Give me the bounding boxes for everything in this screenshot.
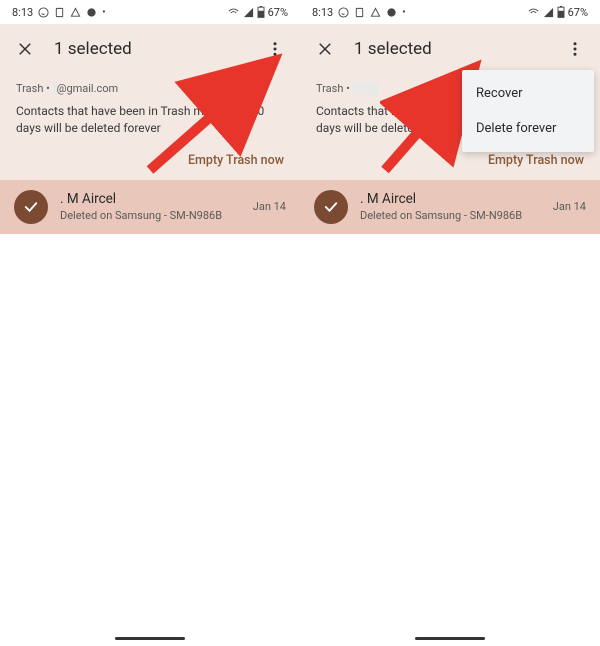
check-icon xyxy=(22,198,40,216)
signal-icon xyxy=(543,7,554,18)
status-time: 8:13 xyxy=(12,6,33,19)
overflow-popup-menu: Recover Delete forever xyxy=(462,70,594,152)
android-nav-pill[interactable] xyxy=(115,637,185,640)
contact-date: Jan 14 xyxy=(553,200,586,213)
selection-app-bar: 1 selected Recover Delete forever xyxy=(300,24,600,74)
selection-app-bar: 1 selected xyxy=(0,24,300,74)
contact-row-selected[interactable]: . M Aircel Deleted on Samsung - SM-N986B… xyxy=(300,180,600,234)
screenshot-right: 8:13 • 67% 1 selected Recover Delete for… xyxy=(300,0,600,646)
battery-pct: 67% xyxy=(268,6,288,19)
trash-info-block: Trash • @gmail.com Contacts that have be… xyxy=(0,74,300,147)
contact-row-selected[interactable]: . M Aircel Deleted on Samsung - SM-N986B… xyxy=(0,180,300,234)
status-time: 8:13 xyxy=(312,6,333,19)
battery-pct: 67% xyxy=(568,6,588,19)
breadcrumb: Trash • @gmail.com xyxy=(16,82,284,95)
note-icon xyxy=(54,7,65,18)
status-bar: 8:13 • 67% xyxy=(0,0,300,24)
empty-trash-button[interactable]: Empty Trash now xyxy=(0,147,300,180)
battery-icon xyxy=(257,6,265,18)
close-selection-button[interactable] xyxy=(8,32,42,66)
breadcrumb-sep: • xyxy=(43,82,52,95)
messenger-icon xyxy=(86,7,97,18)
menu-item-delete-forever[interactable]: Delete forever xyxy=(462,111,594,146)
dot-icon: • xyxy=(402,7,405,18)
status-bar: 8:13 • 67% xyxy=(300,0,600,24)
contact-info: . M Aircel Deleted on Samsung - SM-N986B xyxy=(360,191,541,222)
breadcrumb-folder: Trash xyxy=(16,82,43,95)
close-icon xyxy=(16,40,34,58)
signal-icon xyxy=(243,7,254,18)
contact-name: . M Aircel xyxy=(60,191,241,207)
triangle-icon xyxy=(370,7,381,18)
close-icon xyxy=(316,40,334,58)
messenger-icon xyxy=(386,7,397,18)
status-right: 67% xyxy=(227,6,288,19)
whatsapp-icon xyxy=(338,7,349,18)
selection-count-title: 1 selected xyxy=(54,39,246,59)
account-redacted: k@g xyxy=(353,82,379,95)
android-nav-pill[interactable] xyxy=(415,637,485,640)
contact-deleted-on: Deleted on Samsung - SM-N986B xyxy=(60,209,241,222)
overflow-menu-button[interactable] xyxy=(558,32,592,66)
wifi-icon xyxy=(227,7,240,18)
dot-icon: • xyxy=(102,7,105,18)
more-vert-icon xyxy=(566,40,584,58)
contact-name: . M Aircel xyxy=(360,191,541,207)
screenshot-left: 8:13 • 67% 1 selected Trash • @gmail.com… xyxy=(0,0,300,646)
contact-deleted-on: Deleted on Samsung - SM-N986B xyxy=(360,209,541,222)
close-selection-button[interactable] xyxy=(308,32,342,66)
overflow-menu-button[interactable] xyxy=(258,32,292,66)
note-icon xyxy=(354,7,365,18)
breadcrumb-sep: • xyxy=(343,82,352,95)
account-suffix: @gmail.com xyxy=(57,82,119,95)
check-icon xyxy=(322,198,340,216)
trash-retention-text: Contacts that have been in Trash more th… xyxy=(16,103,284,137)
breadcrumb-folder: Trash xyxy=(316,82,343,95)
selection-count-title: 1 selected xyxy=(354,39,546,59)
menu-item-recover[interactable]: Recover xyxy=(462,76,594,111)
whatsapp-icon xyxy=(38,7,49,18)
selection-check-circle[interactable] xyxy=(14,190,48,224)
status-right: 67% xyxy=(527,6,588,19)
contact-date: Jan 14 xyxy=(253,200,286,213)
battery-icon xyxy=(557,6,565,18)
contact-info: . M Aircel Deleted on Samsung - SM-N986B xyxy=(60,191,241,222)
wifi-icon xyxy=(527,7,540,18)
more-vert-icon xyxy=(266,40,284,58)
triangle-icon xyxy=(70,7,81,18)
status-left: 8:13 • xyxy=(12,6,106,19)
selection-check-circle[interactable] xyxy=(314,190,348,224)
status-left: 8:13 • xyxy=(312,6,406,19)
